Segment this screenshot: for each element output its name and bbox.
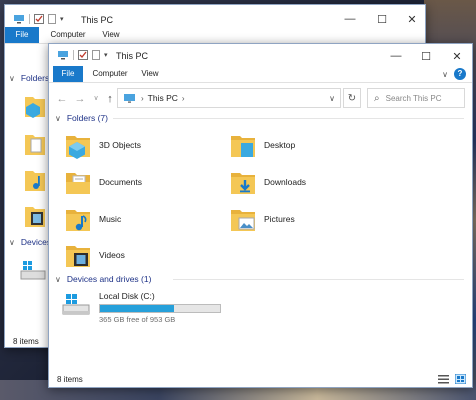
folder-item-downloads[interactable]: Downloads bbox=[230, 165, 380, 199]
back-ribbon: File Computer View bbox=[5, 27, 425, 44]
folder-label: 3D Objects bbox=[99, 140, 142, 150]
back-videos-icon[interactable] bbox=[23, 201, 47, 231]
tab-computer[interactable]: Computer bbox=[89, 66, 131, 82]
front-window-title: This PC bbox=[116, 51, 149, 61]
large-icons-view-icon[interactable] bbox=[455, 374, 466, 384]
tab-computer[interactable]: Computer bbox=[45, 27, 91, 43]
chevron-down-icon: ∨ bbox=[55, 274, 61, 284]
folder-item-desktop[interactable]: Desktop bbox=[230, 128, 380, 162]
search-placeholder: Search This PC bbox=[385, 93, 442, 103]
drive-item-local-disk[interactable]: Local Disk (C:) 365 GB free of 953 GB bbox=[61, 291, 221, 324]
address-bar[interactable]: › This PC › ∨ bbox=[117, 88, 341, 108]
front-titlebar[interactable]: ▾ This PC — ☐ ✕ bbox=[49, 44, 472, 68]
desktop-folder-icon bbox=[231, 136, 255, 157]
folder-label: Desktop bbox=[264, 140, 296, 150]
new-folder-icon[interactable] bbox=[48, 14, 56, 24]
back-local-disk-icon[interactable] bbox=[19, 259, 47, 283]
forward-arrow-icon[interactable]: → bbox=[73, 92, 87, 106]
breadcrumb-separator-icon[interactable]: › bbox=[141, 94, 144, 103]
expand-ribbon-icon[interactable]: ∨ bbox=[442, 70, 448, 79]
folder-label: Pictures bbox=[264, 214, 295, 224]
navigation-bar: ← → ∨ ↑ › This PC › ∨ ↻ ⌕ Search This PC bbox=[49, 84, 472, 114]
breadcrumb-separator-icon[interactable]: › bbox=[182, 94, 185, 103]
address-dropdown-icon[interactable]: ∨ bbox=[329, 94, 335, 103]
tab-view[interactable]: View bbox=[95, 27, 127, 43]
downloads-folder-icon bbox=[231, 173, 255, 194]
this-pc-icon bbox=[124, 94, 135, 103]
folders-section-header[interactable]: ∨ Folders (7) bbox=[55, 113, 108, 123]
tab-file[interactable]: File bbox=[53, 66, 83, 82]
back-3d-objects-icon[interactable] bbox=[23, 91, 47, 121]
qat-dropdown-icon[interactable]: ▾ bbox=[60, 15, 64, 23]
minimize-button[interactable]: — bbox=[381, 44, 411, 68]
folder-label: Videos bbox=[99, 250, 125, 260]
toolbar-separator bbox=[29, 14, 30, 24]
back-window-title: This PC bbox=[81, 15, 114, 25]
maximize-button[interactable]: ☐ bbox=[411, 44, 441, 68]
front-status-bar: 8 items bbox=[57, 375, 83, 384]
breadcrumb-this-pc[interactable]: This PC bbox=[148, 93, 178, 103]
chevron-down-icon: ∨ bbox=[9, 73, 15, 83]
local-disk-icon bbox=[62, 294, 90, 315]
help-icon[interactable]: ? bbox=[454, 68, 466, 80]
pictures-folder-icon bbox=[231, 210, 255, 231]
folder-item-documents[interactable]: Documents bbox=[65, 165, 215, 199]
folder-label: Downloads bbox=[264, 177, 307, 187]
folder-label: Documents bbox=[99, 177, 142, 187]
close-button[interactable]: ✕ bbox=[442, 44, 472, 68]
back-music-icon[interactable] bbox=[23, 165, 47, 195]
refresh-icon: ↻ bbox=[347, 92, 357, 104]
front-explorer-window[interactable]: ▾ This PC — ☐ ✕ File Computer View ∨ ? ←… bbox=[48, 43, 473, 388]
properties-icon[interactable] bbox=[78, 50, 88, 60]
properties-icon[interactable] bbox=[34, 14, 44, 24]
section-divider bbox=[113, 118, 464, 119]
chevron-down-icon: ∨ bbox=[55, 113, 61, 123]
tab-view[interactable]: View bbox=[137, 66, 163, 82]
new-folder-icon[interactable] bbox=[92, 50, 100, 60]
documents-folder-icon bbox=[66, 173, 90, 194]
folders-section-label: Folders (7) bbox=[66, 113, 108, 123]
search-icon: ⌕ bbox=[374, 92, 380, 104]
ribbon-right-controls: ∨ ? bbox=[442, 68, 466, 80]
chevron-down-icon: ∨ bbox=[9, 237, 15, 247]
details-view-icon[interactable] bbox=[438, 374, 449, 384]
tab-file[interactable]: File bbox=[5, 27, 39, 43]
devices-section-header[interactable]: ∨ Devices and drives (1) bbox=[55, 274, 151, 284]
drive-free-space: 365 GB free of 953 GB bbox=[99, 315, 176, 324]
front-ribbon: File Computer View ∨ ? bbox=[49, 66, 472, 83]
back-documents-icon[interactable] bbox=[23, 129, 47, 159]
refresh-button[interactable]: ↻ bbox=[343, 88, 361, 108]
folder-label: Music bbox=[99, 214, 122, 224]
this-pc-icon bbox=[14, 15, 24, 24]
drive-usage-bar bbox=[99, 304, 221, 313]
up-arrow-icon[interactable]: ↑ bbox=[103, 92, 117, 106]
toolbar-separator bbox=[73, 50, 74, 60]
section-divider bbox=[173, 279, 464, 280]
folder-item-music[interactable]: Music bbox=[65, 202, 215, 236]
drive-name: Local Disk (C:) bbox=[99, 291, 155, 301]
folder-item-3d-objects[interactable]: 3D Objects bbox=[65, 128, 215, 162]
devices-section-label: Devices and drives (1) bbox=[66, 274, 152, 284]
this-pc-icon bbox=[58, 51, 68, 60]
drive-details: Local Disk (C:) 365 GB free of 953 GB bbox=[99, 291, 221, 324]
recent-locations-icon[interactable]: ∨ bbox=[89, 92, 103, 106]
back-quick-access-toolbar: ▾ bbox=[13, 14, 64, 24]
music-folder-icon bbox=[66, 210, 90, 231]
folder-item-pictures[interactable]: Pictures bbox=[230, 202, 380, 236]
3d-objects-icon bbox=[66, 136, 90, 159]
drive-usage-fill bbox=[100, 305, 175, 312]
view-toggle-buttons bbox=[438, 374, 466, 384]
videos-folder-icon bbox=[66, 246, 90, 267]
back-status-bar: 8 items bbox=[13, 337, 39, 346]
folder-item-videos[interactable]: Videos bbox=[65, 238, 215, 272]
search-input[interactable]: ⌕ Search This PC bbox=[367, 88, 465, 108]
front-quick-access-toolbar: ▾ bbox=[57, 50, 108, 60]
back-arrow-icon[interactable]: ← bbox=[55, 92, 69, 106]
qat-dropdown-icon[interactable]: ▾ bbox=[104, 51, 108, 59]
